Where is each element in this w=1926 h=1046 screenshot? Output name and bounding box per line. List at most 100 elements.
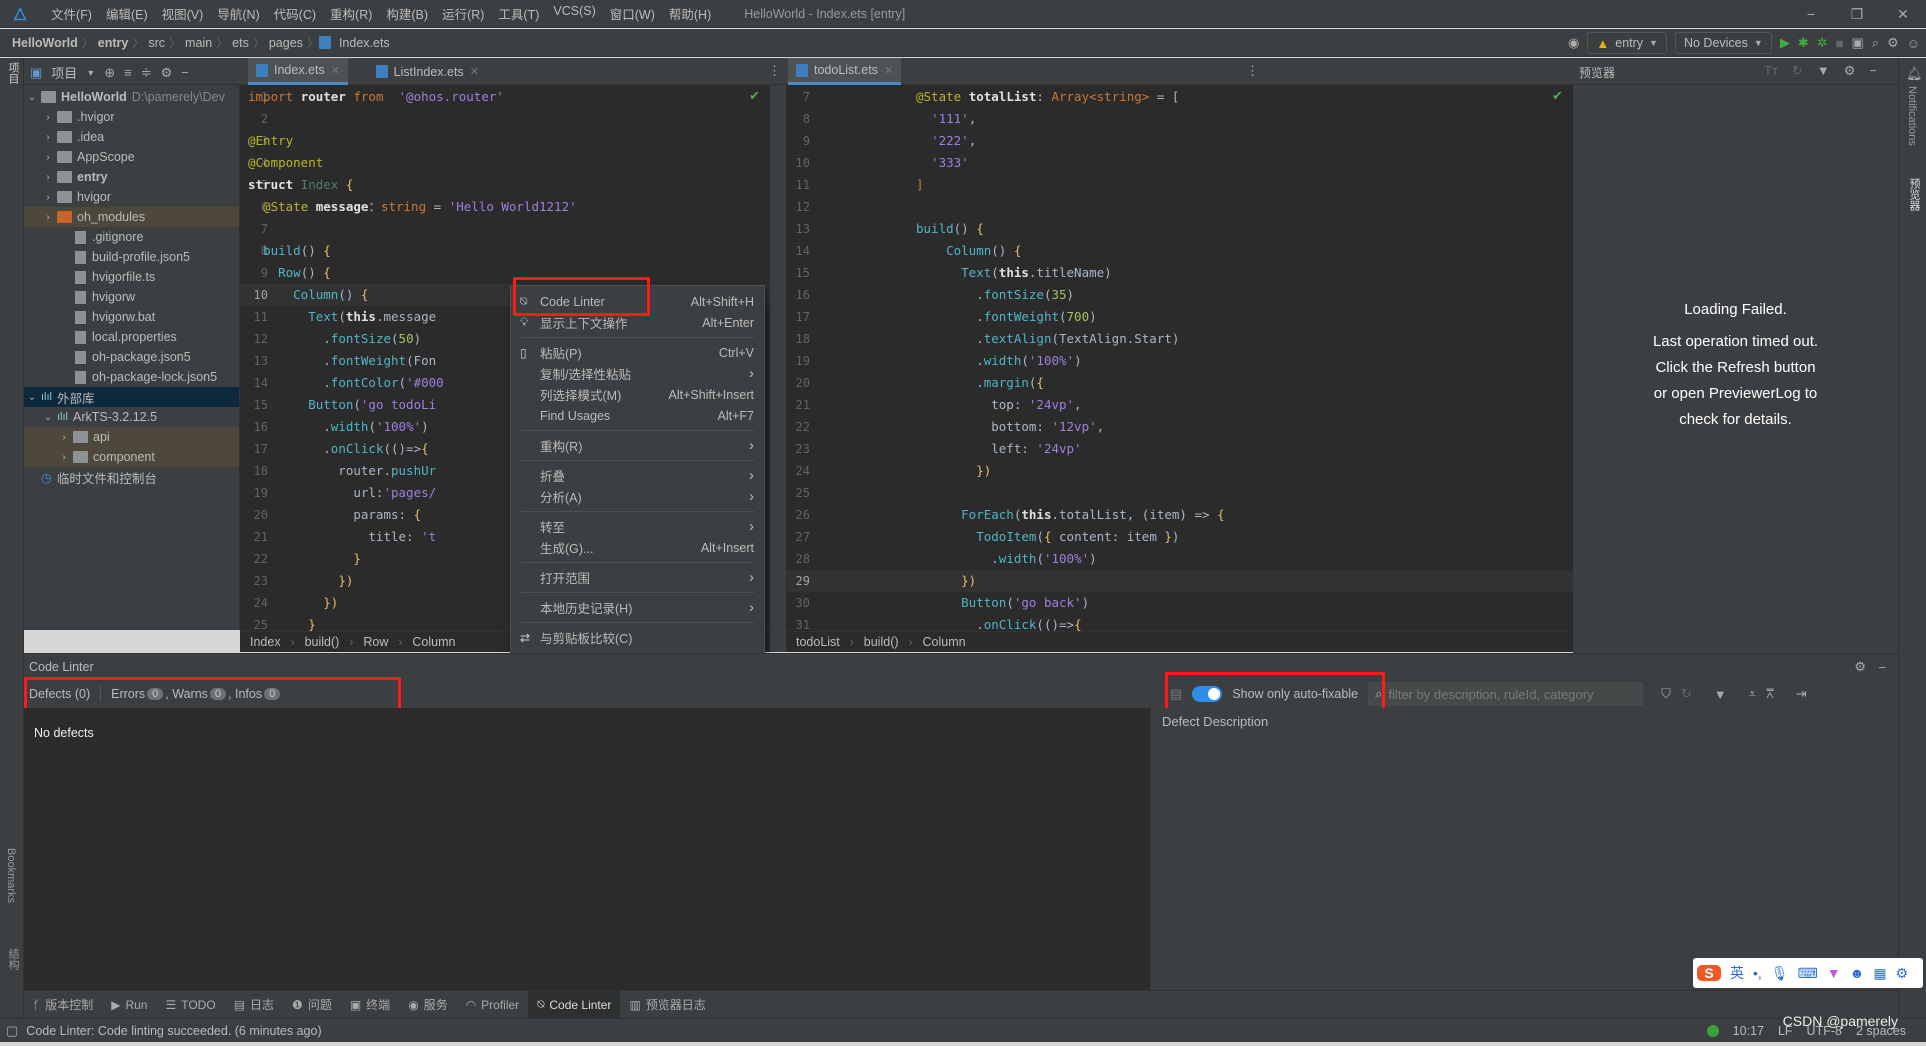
close-button[interactable]: ✕ [1880, 6, 1926, 23]
more-tabs-icon[interactable]: ⋮ [1246, 63, 1259, 79]
notifications-tool-button[interactable]: Notifications [1906, 86, 1918, 146]
menu-item[interactable]: VCS(S) [546, 4, 602, 23]
chevron-right-icon[interactable]: › [58, 452, 70, 463]
gear-icon[interactable]: ⚙ [1844, 63, 1856, 79]
tab-index-ets[interactable]: Index.ets ✕ [248, 58, 348, 85]
tree-item[interactable]: .gitignore [24, 227, 239, 247]
context-menu-item[interactable]: 复制/选择性粘贴 › [511, 363, 764, 384]
apps-icon[interactable]: ▦ [1873, 965, 1886, 982]
device-select[interactable]: No Devices ▼ [1674, 32, 1772, 54]
project-panel-title[interactable]: 项目 [51, 63, 77, 82]
menu-item[interactable]: 构建(B) [379, 4, 435, 23]
breadcrumb-item[interactable]: entry [94, 36, 133, 50]
status-message[interactable]: Code Linter: Code linting succeeded. (6 … [26, 1024, 321, 1038]
chevron-down-icon[interactable]: ⌄ [42, 412, 54, 423]
hide-icon[interactable]: − [1869, 63, 1877, 79]
code-editor-todolist[interactable]: 7 @State totalList: Array<string> = [8 '1… [786, 85, 1573, 631]
context-menu-item[interactable]: 重构(R) › [511, 435, 764, 456]
tool-window-vcs[interactable]: ᚶ 版本控制 [24, 991, 102, 1019]
export-icon[interactable]: ⇥ [1796, 686, 1807, 702]
tree-item[interactable]: ⌄ ılıl ArkTS-3.2.12.5 [24, 407, 239, 427]
account-icon[interactable]: ☺ [1907, 36, 1920, 51]
keyboard-icon[interactable]: ⌨ [1798, 965, 1818, 982]
tree-item[interactable]: › hvigor [24, 187, 239, 207]
tree-item[interactable]: oh-package-lock.json5 [24, 367, 239, 387]
inspection-ok-icon[interactable]: ✔ [749, 88, 760, 104]
tool-window-terminal[interactable]: ▣ 终端 [341, 991, 399, 1019]
tool-window-todo[interactable]: ☰ TODO [156, 991, 224, 1019]
chevron-right-icon[interactable]: › [42, 112, 54, 123]
tool-window-code-linter[interactable]: ⍉ Code Linter [528, 990, 621, 1019]
chevron-right-icon[interactable]: › [58, 432, 70, 443]
inspector-icon[interactable]: ▼ [1817, 63, 1830, 79]
chevron-right-icon[interactable]: › [42, 172, 54, 183]
context-menu-item[interactable]: 折叠 › [511, 465, 764, 486]
hide-icon[interactable]: − [1878, 660, 1886, 675]
chevron-right-icon[interactable]: › [42, 152, 54, 163]
menu-item[interactable]: 工具(T) [491, 4, 546, 23]
menu-item[interactable]: 窗口(W) [603, 4, 662, 23]
microphone-icon[interactable]: 🎙︎ [1771, 965, 1789, 982]
debug-icon[interactable]: ✱ [1798, 35, 1809, 51]
font-size-icon[interactable]: Tт [1764, 63, 1778, 79]
tree-item[interactable]: › api [24, 427, 239, 447]
close-icon[interactable]: ✕ [884, 64, 893, 77]
tree-item[interactable]: local.properties [24, 327, 239, 347]
context-menu-item[interactable]: 列选择模式(M) Alt+Shift+Insert [511, 384, 764, 405]
hide-icon[interactable]: − [181, 65, 189, 80]
breadcrumb-item[interactable]: Column [412, 635, 455, 649]
tree-item[interactable]: hvigorfile.ts [24, 267, 239, 287]
ime-punct-button[interactable]: •, [1753, 965, 1762, 981]
tree-item[interactable]: hvigorw.bat [24, 307, 239, 327]
attach-debugger-icon[interactable]: ✲ [1817, 35, 1828, 51]
tree-item[interactable]: ⌄ HelloWorld D:\pamerely\Dev [24, 87, 239, 107]
inspection-ok-icon[interactable]: ✔ [1552, 88, 1563, 104]
gear-icon[interactable]: ⚙ [1887, 35, 1899, 51]
context-menu-item[interactable]: ▯ 粘贴(P) Ctrl+V [511, 342, 764, 363]
device-manager-icon[interactable]: ▣ [1851, 35, 1863, 51]
bookmarks-tool-button[interactable]: Bookmarks [5, 848, 17, 903]
tree-item[interactable]: › .idea [24, 127, 239, 147]
collapse-all-icon[interactable]: ≑ [141, 65, 152, 81]
collapse-all-icon[interactable]: ⩞ [1766, 686, 1774, 702]
chevron-down-icon[interactable]: ▼ [86, 68, 95, 78]
refresh-icon[interactable]: ↻ [1792, 63, 1803, 79]
breadcrumb-item[interactable]: pages [265, 36, 307, 50]
tool-window-run[interactable]: ▶ Run [102, 991, 156, 1019]
run-config-select[interactable]: ▲ entry ▼ [1587, 32, 1667, 54]
editor-splitter[interactable] [770, 85, 786, 652]
menu-item[interactable]: 运行(R) [435, 4, 491, 23]
shield-icon[interactable]: ⛉ [1661, 686, 1671, 702]
chevron-down-icon[interactable]: ⌄ [26, 92, 38, 103]
tree-item[interactable]: ◷ 临时文件和控制台 [24, 467, 239, 487]
refresh-icon[interactable]: ↻ [1681, 686, 1692, 702]
gear-icon[interactable]: ⚙ [1854, 659, 1866, 675]
gear-icon[interactable]: ⚙ [161, 65, 173, 81]
menu-item[interactable]: 代码(C) [267, 4, 323, 23]
structure-tool-button[interactable]: 结构 [5, 948, 21, 970]
breadcrumb-item[interactable]: Row [363, 635, 388, 649]
run-icon[interactable]: ▶ [1780, 35, 1790, 51]
menu-item[interactable]: 视图(V) [155, 4, 211, 23]
breadcrumb-item[interactable]: ets [228, 36, 253, 50]
chevron-down-icon[interactable]: ⌄ [26, 392, 38, 403]
breadcrumb-item[interactable]: Index [250, 635, 281, 649]
tree-item[interactable]: ⌄ ılıl 外部库 [24, 387, 239, 407]
skin-icon[interactable]: ▼ [1827, 965, 1841, 981]
context-menu-item[interactable]: 打开范围 › [511, 567, 764, 588]
filter-icon[interactable]: ▼ [1714, 687, 1727, 702]
context-menu-item[interactable]: 本地历史记录(H) › [511, 597, 764, 618]
tree-item[interactable]: › AppScope [24, 147, 239, 167]
notifications-bell-icon[interactable]: 🔔︎ [1906, 66, 1923, 82]
context-menu-item[interactable]: ⇄ 与剪贴板比较(C) [511, 627, 764, 648]
tool-window-problems[interactable]: ❶ 问题 [283, 991, 341, 1019]
menu-item[interactable]: 重构(R) [323, 4, 379, 23]
expand-all-icon[interactable]: ≡ [124, 65, 132, 80]
chevron-right-icon[interactable]: › [42, 212, 54, 223]
context-menu-item[interactable]: 分析(A) › [511, 486, 764, 507]
minimize-button[interactable]: − [1788, 6, 1834, 22]
tree-item[interactable]: › entry [24, 167, 239, 187]
expand-all-icon[interactable]: ⩡ [1749, 686, 1756, 702]
assistant-icon[interactable]: ☻ [1850, 965, 1865, 981]
tool-window-log[interactable]: ▤ 日志 [225, 991, 283, 1019]
